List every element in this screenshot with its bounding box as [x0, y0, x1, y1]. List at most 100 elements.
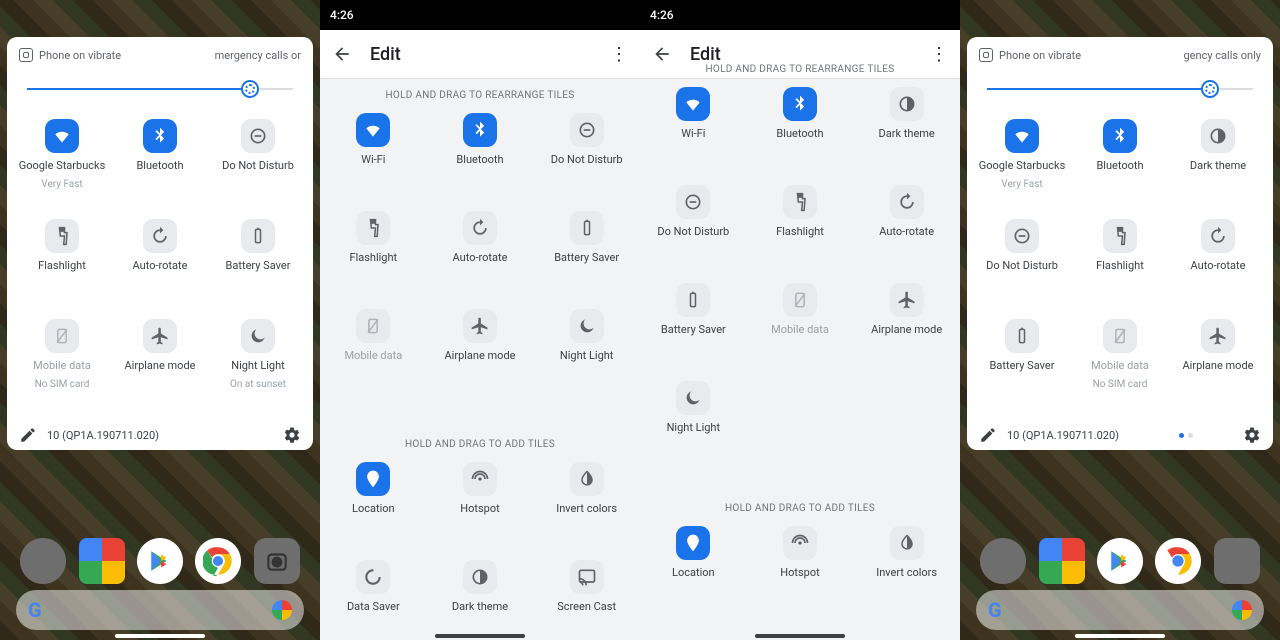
tile-dark-theme[interactable]: Dark theme: [427, 554, 534, 640]
brightness-slider[interactable]: [987, 77, 1253, 101]
tile-flash[interactable]: Flashlight: [13, 213, 111, 313]
camera-icon[interactable]: [1214, 538, 1260, 584]
tile-dark[interactable]: Dark theme: [1169, 113, 1267, 213]
settings-icon[interactable]: [283, 426, 301, 444]
location-icon: [356, 462, 390, 496]
tile-sublabel: No SIM card: [35, 379, 90, 390]
tile-battery[interactable]: Battery Saver: [209, 213, 307, 313]
tile-sublabel: Very Fast: [41, 179, 82, 190]
edit-icon[interactable]: [19, 426, 37, 444]
tile-label: Battery Saver: [990, 359, 1055, 373]
tile-wi-fi[interactable]: Wi-Fi: [320, 107, 427, 205]
tile-bt[interactable]: Bluetooth: [1071, 113, 1169, 213]
tile-label: Auto-rotate: [1191, 259, 1246, 273]
tile-dnd[interactable]: Do Not Disturb: [973, 213, 1071, 313]
overflow-icon[interactable]: ⋮: [610, 44, 628, 65]
tile-screen-cast[interactable]: Screen Cast: [533, 554, 640, 640]
photos-icon[interactable]: [1039, 538, 1085, 584]
tile-label: Mobile data: [771, 323, 829, 337]
search-bar[interactable]: G: [16, 590, 304, 630]
plane-icon: [1201, 319, 1235, 353]
edit-icon[interactable]: [979, 426, 997, 444]
tile-invert-colors[interactable]: Invert colors: [853, 520, 960, 618]
tile-bluetooth[interactable]: Bluetooth: [427, 107, 534, 205]
quick-settings-panel[interactable]: Phone on vibrate mergency calls or Googl…: [7, 37, 313, 450]
tile-data[interactable]: Mobile dataNo SIM card: [1071, 313, 1169, 413]
tile-label: Airplane mode: [444, 349, 515, 363]
photos-icon[interactable]: [79, 538, 125, 584]
back-icon[interactable]: [332, 44, 352, 64]
flash-icon: [1103, 219, 1137, 253]
settings-icon[interactable]: [1243, 426, 1261, 444]
bt-icon: [1103, 119, 1137, 153]
tile-wifi[interactable]: Google StarbucksVery Fast: [973, 113, 1071, 213]
tile-mobile-data[interactable]: Mobile data: [320, 303, 427, 401]
tile-auto-rotate[interactable]: Auto-rotate: [427, 205, 534, 303]
tile-night-light[interactable]: Night Light: [640, 375, 747, 473]
nav-handle[interactable]: [435, 634, 525, 638]
tile-do-not-disturb[interactable]: Do Not Disturb: [640, 179, 747, 277]
tile-flash[interactable]: Flashlight: [1071, 213, 1169, 313]
tile-label: Flashlight: [776, 225, 824, 239]
tile-data-saver[interactable]: Data Saver: [320, 554, 427, 640]
bt-icon: [463, 113, 497, 147]
assistant-icon[interactable]: [272, 600, 292, 620]
back-icon[interactable]: [652, 44, 672, 64]
tile-rotate[interactable]: Auto-rotate: [111, 213, 209, 313]
search-bar[interactable]: G: [976, 590, 1264, 630]
tile-invert-colors[interactable]: Invert colors: [533, 456, 640, 554]
tile-label: Screen Cast: [557, 600, 616, 614]
tile-do-not-disturb[interactable]: Do Not Disturb: [533, 107, 640, 205]
tile-air[interactable]: Airplane mode: [111, 313, 209, 413]
tile-flashlight[interactable]: Flashlight: [747, 179, 854, 277]
app-icon[interactable]: [20, 538, 66, 584]
nav-handle[interactable]: [1075, 634, 1165, 638]
edit-title: Edit: [370, 44, 401, 65]
tile-mobile-data[interactable]: Mobile data: [747, 277, 854, 375]
play-store-icon[interactable]: [137, 538, 183, 584]
tile-wi-fi[interactable]: Wi-Fi: [640, 81, 747, 179]
brightness-thumb-icon[interactable]: [1201, 80, 1219, 98]
nav-handle[interactable]: [755, 634, 845, 638]
tile-bluetooth[interactable]: Bluetooth: [747, 81, 854, 179]
tile-battery-saver[interactable]: Battery Saver: [533, 205, 640, 303]
vibrate-icon: [19, 48, 33, 62]
play-store-icon[interactable]: [1097, 538, 1143, 584]
chrome-icon[interactable]: [195, 538, 241, 584]
brightness-slider[interactable]: [27, 77, 293, 101]
app-icon[interactable]: [980, 538, 1026, 584]
nav-handle[interactable]: [115, 634, 205, 638]
tile-bt[interactable]: Bluetooth: [111, 113, 209, 213]
tile-air[interactable]: Airplane mode: [1169, 313, 1267, 413]
tile-battery-saver[interactable]: Battery Saver: [640, 277, 747, 375]
vibrate-status: Phone on vibrate: [979, 48, 1081, 62]
tile-label: Night Light: [667, 421, 721, 435]
tile-label: Airplane mode: [871, 323, 942, 337]
tile-data[interactable]: Mobile dataNo SIM card: [13, 313, 111, 413]
tile-night[interactable]: Night LightOn at sunset: [209, 313, 307, 413]
brightness-thumb-icon[interactable]: [241, 80, 259, 98]
tile-label: Do Not Disturb: [657, 225, 729, 239]
tile-location[interactable]: Location: [320, 456, 427, 554]
assistant-icon[interactable]: [1232, 600, 1252, 620]
tile-dnd[interactable]: Do Not Disturb: [209, 113, 307, 213]
tile-auto-rotate[interactable]: Auto-rotate: [853, 179, 960, 277]
tile-label: Flashlight: [1096, 259, 1144, 273]
tile-battery[interactable]: Battery Saver: [973, 313, 1071, 413]
tile-location[interactable]: Location: [640, 520, 747, 618]
chrome-icon[interactable]: [1155, 538, 1201, 584]
wifi-icon: [676, 87, 710, 121]
tile-label: Night Light: [560, 349, 614, 363]
tile-rotate[interactable]: Auto-rotate: [1169, 213, 1267, 313]
tile-airplane-mode[interactable]: Airplane mode: [427, 303, 534, 401]
tile-hotspot[interactable]: Hotspot: [747, 520, 854, 618]
tile-dark-theme[interactable]: Dark theme: [853, 81, 960, 179]
tile-airplane-mode[interactable]: Airplane mode: [853, 277, 960, 375]
quick-settings-panel[interactable]: Phone on vibrate gency calls only Google…: [967, 37, 1273, 450]
tile-wifi[interactable]: Google StarbucksVery Fast: [13, 113, 111, 213]
tile-hotspot[interactable]: Hotspot: [427, 456, 534, 554]
tile-night-light[interactable]: Night Light: [533, 303, 640, 401]
camera-icon[interactable]: [254, 538, 300, 584]
tile-flashlight[interactable]: Flashlight: [320, 205, 427, 303]
moon-icon: [570, 309, 604, 343]
